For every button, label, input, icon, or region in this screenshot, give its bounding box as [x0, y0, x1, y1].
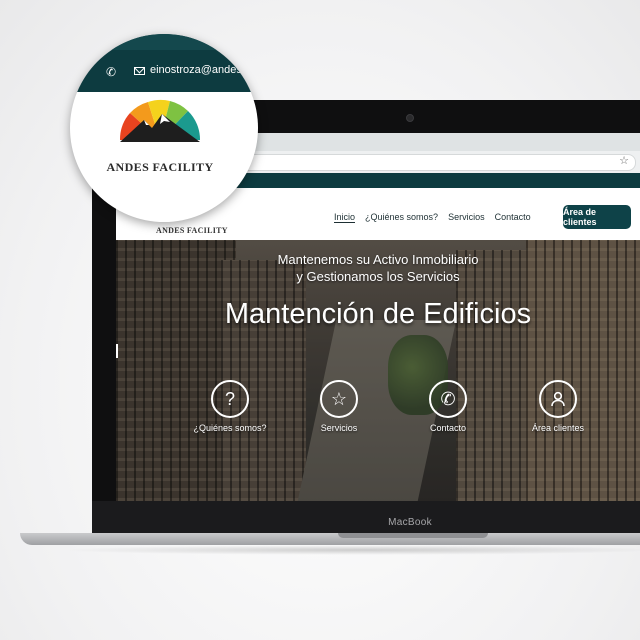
nav-link-servicios[interactable]: Servicios — [448, 212, 485, 223]
bookmark-star-icon[interactable]: ☆ — [619, 154, 629, 167]
user-icon — [539, 380, 577, 418]
hero-banner: Mantenemos su Activo Inmobiliario y Gest… — [116, 240, 640, 501]
webcam-icon — [406, 114, 414, 122]
feature-contacto[interactable]: ✆ Contacto — [398, 380, 498, 433]
laptop-base-notch — [338, 533, 488, 538]
phone-icon: ✆ — [106, 65, 117, 79]
laptop-brand-label: MacBook — [388, 517, 432, 528]
andes-logo-icon — [119, 99, 201, 142]
feature-area-clientes[interactable]: Área clientes — [508, 380, 608, 433]
laptop-base — [20, 533, 640, 545]
magnifier-logo-text: ANDES FACILITY — [106, 160, 214, 174]
hero-title: Mantención de Edificios — [224, 298, 532, 330]
slider-indicator[interactable] — [116, 344, 118, 358]
star-icon: ☆ — [320, 380, 358, 418]
phone-icon: ✆ — [429, 380, 467, 418]
hero-subtitle: Mantenemos su Activo Inmobiliario y Gest… — [277, 252, 479, 284]
nav-link-contacto[interactable]: Contacto — [495, 212, 531, 223]
magnifier-callout: ✆ einostroza@andes ANDES FACILITY — [70, 34, 258, 222]
site-logo[interactable]: ANDES FACILITY — [156, 226, 228, 235]
mail-icon — [134, 67, 145, 75]
nav-links: Inicio ¿Quiénes somos? Servicios Contact… — [334, 212, 531, 223]
feature-servicios[interactable]: ☆ Servicios — [289, 380, 389, 433]
feature-quienes-somos[interactable]: ? ¿Quiénes somos? — [180, 380, 280, 433]
nav-link-inicio[interactable]: Inicio — [334, 212, 356, 223]
question-icon: ? — [211, 380, 249, 418]
contact-email[interactable]: einostroza@andes — [150, 64, 242, 76]
product-mockup-scene: ☆ ANDES FACILITY Inicio ¿Quiénes somos? … — [0, 0, 640, 640]
nav-link-quienes-somos[interactable]: ¿Quiénes somos? — [365, 212, 438, 223]
client-area-button[interactable]: Área de clientes — [563, 205, 631, 229]
